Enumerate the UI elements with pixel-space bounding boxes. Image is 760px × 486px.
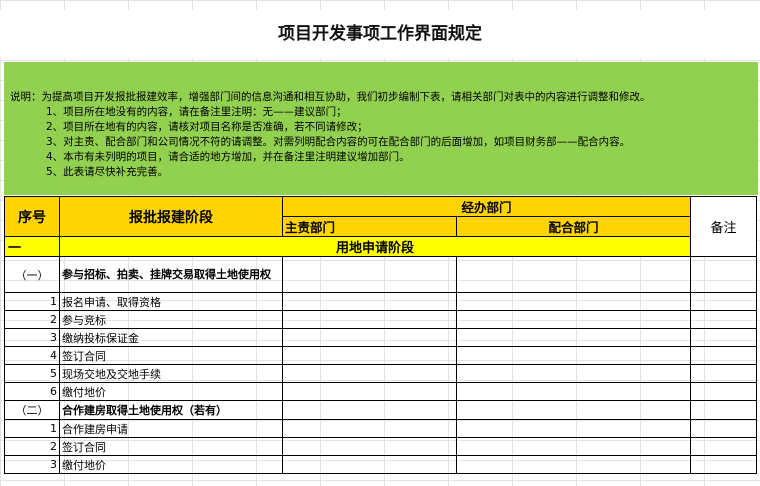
main-dept-cell[interactable] — [282, 346, 457, 365]
remark-cell[interactable] — [690, 419, 757, 438]
header-seq[interactable]: 序号 — [4, 196, 60, 237]
main-dept-cell[interactable] — [282, 419, 457, 438]
row-num[interactable]: 1 — [4, 419, 60, 438]
table-row: （二） 合作建房取得土地使用权（若有） — [4, 400, 757, 420]
assist-dept-cell[interactable] — [456, 419, 691, 438]
notes-box: 说明：为提高项目开发报批报建效率，增强部门间的信息沟通和相互协助，我们初步编制下… — [4, 62, 758, 195]
row-label[interactable]: 签订合同 — [59, 437, 283, 456]
remark-cell[interactable] — [690, 437, 757, 456]
notes-lead: 说明：为提高项目开发报批报建效率，增强部门间的信息沟通和相互协助，我们初步编制下… — [10, 91, 651, 103]
assist-dept-cell[interactable] — [456, 292, 691, 311]
assist-dept-cell[interactable] — [456, 364, 691, 383]
assist-dept-cell[interactable] — [456, 400, 691, 420]
main-dept-cell[interactable] — [282, 256, 457, 293]
remark-cell[interactable] — [690, 400, 757, 420]
assist-dept-cell[interactable] — [456, 310, 691, 329]
table-row: （一） 参与招标、拍卖、挂牌交易取得土地使用权 — [4, 256, 757, 293]
row-label[interactable]: 报名申请、取得资格 — [59, 292, 283, 311]
row-num[interactable]: 5 — [4, 364, 60, 383]
main-dept-cell[interactable] — [282, 437, 457, 456]
row-num[interactable]: 2 — [4, 310, 60, 329]
row-num[interactable]: 4 — [4, 346, 60, 365]
main-dept-cell[interactable] — [282, 328, 457, 347]
row-num[interactable]: （二） — [4, 400, 60, 420]
row-num[interactable]: 6 — [4, 382, 60, 401]
remark-cell[interactable] — [690, 256, 757, 293]
assist-dept-cell[interactable] — [456, 346, 691, 365]
note-item: 1、项目所在地没有的内容，请在备注里注明：无——建议部门； — [46, 106, 347, 118]
remark-cell[interactable] — [690, 455, 757, 474]
assist-dept-cell[interactable] — [456, 382, 691, 401]
remark-cell[interactable] — [690, 310, 757, 329]
remark-cell[interactable] — [690, 382, 757, 401]
note-item: 5、此表请尽快补充完善。 — [46, 166, 169, 178]
assist-dept-cell[interactable] — [456, 455, 691, 474]
table-row: 1 报名申请、取得资格 — [4, 292, 757, 311]
note-item: 2、项目所在地有的内容，请核对项目名称是否准确，若不同请修改； — [46, 121, 368, 133]
row-label[interactable]: 参与招标、拍卖、挂牌交易取得土地使用权 — [59, 256, 283, 293]
table-row: 2 签订合同 — [4, 437, 757, 456]
header-remark[interactable]: 备注 — [690, 196, 757, 257]
main-dept-cell[interactable] — [282, 292, 457, 311]
note-item: 3、对主责、配合部门和公司情况不符的请调整。对需列明配合内容的可在配合部门的后面… — [46, 136, 631, 148]
row-label[interactable]: 缴付地价 — [59, 382, 283, 401]
row-label[interactable]: 合作建房申请 — [59, 419, 283, 438]
page-title: 项目开发事项工作界面规定 — [0, 10, 760, 58]
row-num[interactable]: 2 — [4, 437, 60, 456]
header-dept[interactable]: 经办部门 — [282, 196, 691, 217]
assist-dept-cell[interactable] — [456, 437, 691, 456]
row-num[interactable]: 3 — [4, 328, 60, 347]
table-row: 4 签订合同 — [4, 346, 757, 365]
main-dept-cell[interactable] — [282, 400, 457, 420]
table-row: 6 缴付地价 — [4, 382, 757, 401]
row-label[interactable]: 现场交地及交地手续 — [59, 364, 283, 383]
row-num[interactable]: 1 — [4, 292, 60, 311]
row-label[interactable]: 签订合同 — [59, 346, 283, 365]
row-label[interactable]: 参与竞标 — [59, 310, 283, 329]
row-label[interactable]: 缴纳投标保证金 — [59, 328, 283, 347]
header-main-dept[interactable]: 主责部门 — [282, 216, 457, 237]
main-dept-cell[interactable] — [282, 310, 457, 329]
remark-cell[interactable] — [690, 292, 757, 311]
table-row: 1 合作建房申请 — [4, 419, 757, 438]
assist-dept-cell[interactable] — [456, 256, 691, 293]
section-num[interactable]: 一 — [4, 236, 60, 257]
table-row: 3 缴付地价 — [4, 455, 757, 474]
table-row: 2 参与竞标 — [4, 310, 757, 329]
main-dept-cell[interactable] — [282, 455, 457, 474]
row-num[interactable]: （一） — [4, 256, 60, 293]
row-label[interactable]: 缴付地价 — [59, 455, 283, 474]
header-assist-dept[interactable]: 配合部门 — [456, 216, 691, 237]
remark-cell[interactable] — [690, 328, 757, 347]
section-label[interactable]: 用地申请阶段 — [59, 236, 691, 257]
row-label[interactable]: 合作建房取得土地使用权（若有） — [59, 400, 283, 420]
note-item: 4、本市有未列明的项目，请合适的地方增加，并在备注里注明建议增加部门。 — [46, 151, 410, 163]
approval-table: 序号 报批报建阶段 经办部门 备注 主责部门 配合部门 一 用地申请阶段 （一）… — [4, 196, 757, 474]
assist-dept-cell[interactable] — [456, 328, 691, 347]
main-dept-cell[interactable] — [282, 382, 457, 401]
header-stage[interactable]: 报批报建阶段 — [59, 196, 283, 237]
table-row: 5 现场交地及交地手续 — [4, 364, 757, 383]
table-row: 3 缴纳投标保证金 — [4, 328, 757, 347]
remark-cell[interactable] — [690, 364, 757, 383]
row-num[interactable]: 3 — [4, 455, 60, 474]
main-dept-cell[interactable] — [282, 364, 457, 383]
remark-cell[interactable] — [690, 346, 757, 365]
